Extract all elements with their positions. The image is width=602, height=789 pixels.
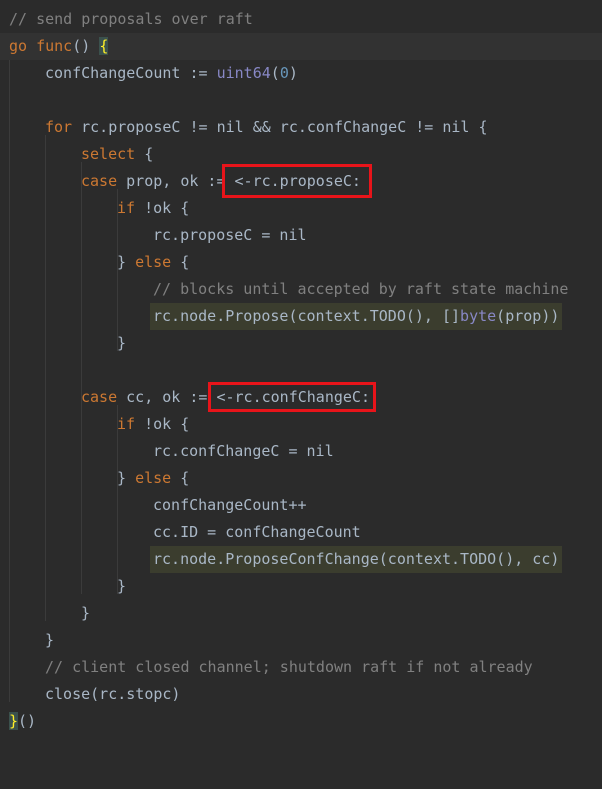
highlighted-call: rc.node.ProposeConfChange(context.TODO()… [150,546,563,573]
code-line[interactable]: } else { [0,249,602,276]
code-text: if !ok { [117,195,189,222]
code-text: ( [270,64,280,82]
code-line[interactable]: // send proposals over raft [0,6,602,33]
code-line[interactable]: } [0,330,602,357]
code-text: rc.confChangeC = nil [153,442,334,460]
code-line[interactable]: for rc.proposeC != nil && rc.confChangeC… [0,114,602,141]
code-text: if !ok { [117,411,189,438]
code-text: rc.proposeC = nil [153,226,307,244]
code-text: } else { [117,249,189,276]
highlighted-call: rc.node.Propose(context.TODO(), []byte(p… [150,303,563,330]
annotation-box-confChangeC [208,382,376,412]
code-text: prop, ok := [117,172,235,190]
code-text: } [117,469,136,487]
keyword-for: for [45,118,73,136]
code-line[interactable]: close(rc.stopc) [0,681,602,708]
code-text: ) [288,64,298,82]
code-text: cc, ok := [117,388,217,406]
keyword-else: else [135,469,172,487]
keyword-case: case [81,388,118,406]
code-line[interactable]: cc.ID = confChangeCount [0,519,602,546]
code-editor[interactable]: // send proposals over raft go func() { … [0,0,602,751]
code-line[interactable]: if !ok { [0,195,602,222]
code-line[interactable]: confChangeCount := uint64(0) [0,60,602,87]
code-text: !ok { [135,415,190,433]
code-line[interactable]: } else { [0,465,602,492]
code-line[interactable]: // blocks until accepted by raft state m… [0,276,602,303]
code-line[interactable]: } [0,573,602,600]
matched-brace: { [99,37,109,55]
code-text: (prop)) [496,307,560,325]
code-text: close(rc.stopc) [45,685,181,703]
code-text: cc.ID = confChangeCount [153,523,361,541]
code-text: !ok { [135,199,190,217]
number-literal: 0 [279,64,289,82]
code-text: go func() { [9,33,109,60]
comment: // send proposals over raft [9,10,253,28]
code-text: } [117,577,127,595]
keyword-select: select [81,145,136,163]
code-text: confChangeCount := [45,64,217,82]
keyword-case: case [81,172,118,190]
code-text: for rc.proposeC != nil && rc.confChangeC… [45,114,488,141]
code-line[interactable]: rc.node.ProposeConfChange(context.TODO()… [0,546,602,573]
code-text: rc.node.Propose(context.TODO(), [] [153,307,461,325]
code-text: rc.proposeC != nil && rc.confChangeC != … [72,118,488,136]
parens: () [72,37,91,55]
code-line[interactable]: rc.confChangeC = nil [0,438,602,465]
code-text: } else { [117,465,189,492]
code-line[interactable]: } [0,627,602,654]
code-text: { [135,145,154,163]
keyword-if: if [117,415,136,433]
code-text: confChangeCount++ [153,496,307,514]
comment: // blocks until accepted by raft state m… [153,280,569,298]
code-line[interactable]: rc.node.Propose(context.TODO(), []byte(p… [0,303,602,330]
code-text: } [81,604,91,622]
code-line[interactable]: } [0,600,602,627]
parens: () [18,712,37,730]
code-text: select { [81,141,153,168]
code-text: { [171,253,190,271]
code-text: } [45,631,55,649]
type-name: byte [460,307,497,325]
code-line[interactable]: confChangeCount++ [0,492,602,519]
keyword-if: if [117,199,136,217]
code-text: confChangeCount := uint64(0) [45,60,298,87]
code-text: } [117,334,127,352]
type-name: uint64 [216,64,271,82]
code-line-current[interactable]: go func() { [0,33,602,60]
code-text: }() [9,708,36,735]
code-line[interactable]: // client closed channel; shutdown raft … [0,654,602,681]
keyword-func: func [36,37,73,55]
code-line[interactable]: rc.proposeC = nil [0,222,602,249]
code-text: { [171,469,190,487]
comment: // client closed channel; shutdown raft … [45,658,533,676]
matched-brace: } [9,712,19,730]
keyword-go: go [9,37,28,55]
code-text: } [117,253,136,271]
annotation-box-proposeC [222,164,372,198]
code-line[interactable]: if !ok { [0,411,602,438]
code-line[interactable]: }() [0,708,602,735]
keyword-else: else [135,253,172,271]
